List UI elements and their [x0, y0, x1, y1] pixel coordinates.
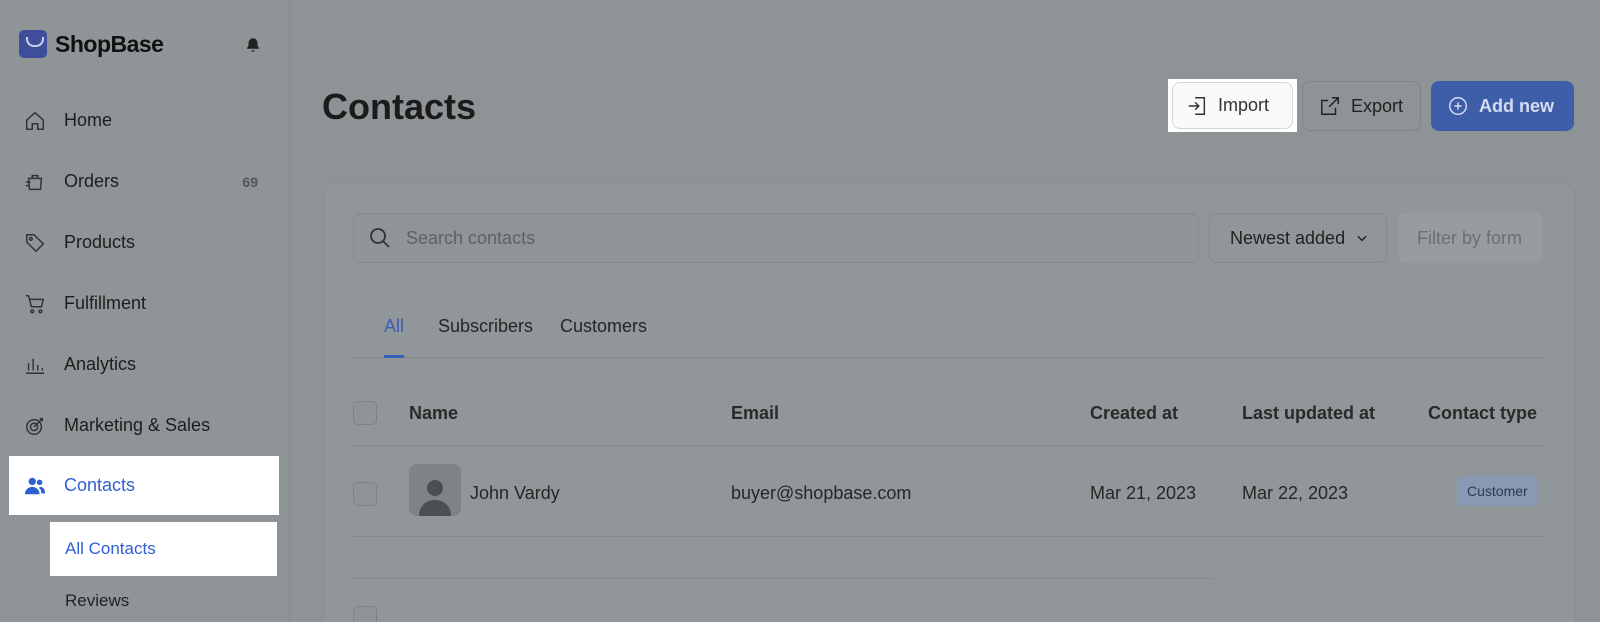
search-icon: [370, 228, 390, 248]
sidebar-item-label: Fulfillment: [64, 293, 147, 313]
sidebar-item-label: Products: [64, 232, 136, 252]
sort-dropdown[interactable]: Newest added: [1209, 213, 1387, 263]
cart-icon: [24, 293, 46, 315]
sidebar-item-products[interactable]: Products: [0, 212, 290, 273]
select-all-checkbox[interactable]: [353, 401, 377, 425]
contact-updated: Mar 22, 2023: [1242, 483, 1349, 503]
sidebar-subitem-reviews[interactable]: Reviews: [0, 576, 290, 622]
import-label: Import: [1218, 95, 1270, 115]
export-button[interactable]: Export: [1302, 81, 1421, 131]
sidebar-item-fulfillment[interactable]: Fulfillment: [0, 273, 290, 334]
brand[interactable]: ShopBase: [19, 30, 164, 58]
sidebar-item-analytics[interactable]: Analytics: [0, 334, 290, 395]
tag-icon: [24, 232, 46, 254]
column-header-email[interactable]: Email: [731, 403, 779, 424]
plus-circle-icon: [1447, 95, 1469, 117]
tab-all[interactable]: All: [384, 316, 405, 358]
chevron-down-icon: [1357, 235, 1367, 242]
user-placeholder-icon: [419, 480, 451, 516]
sidebar: ShopBase Home Orders 69 Products Fulfill…: [0, 0, 290, 622]
brand-name: ShopBase: [55, 30, 164, 57]
search-box[interactable]: [353, 213, 1199, 263]
row-checkbox[interactable]: [353, 482, 377, 506]
target-icon: [24, 415, 46, 437]
contact-created: Mar 21, 2023: [1090, 483, 1197, 503]
sidebar-item-contacts[interactable]: Contacts: [9, 456, 279, 515]
sidebar-item-label: Analytics: [64, 354, 137, 374]
add-new-button[interactable]: Add new: [1431, 81, 1574, 131]
table-row[interactable]: John Vardy buyer@shopbase.com Mar 21, 20…: [353, 446, 1543, 537]
contact-email: buyer@shopbase.com: [731, 483, 912, 503]
column-header-updated[interactable]: Last updated at: [1242, 403, 1375, 424]
column-header-name[interactable]: Name: [409, 403, 458, 424]
sidebar-subitem-label: Reviews: [65, 591, 130, 610]
export-label: Export: [1351, 95, 1404, 116]
page-title: Contacts: [322, 86, 477, 127]
sidebar-item-orders[interactable]: Orders 69: [0, 151, 290, 212]
sidebar-item-home[interactable]: Home: [0, 90, 290, 151]
shopbase-logo-icon: [19, 30, 47, 58]
bell-icon[interactable]: [244, 36, 262, 54]
column-header-contact-type[interactable]: Contact type: [1428, 403, 1537, 424]
filter-by-form-button[interactable]: Filter by form: [1398, 213, 1543, 263]
sidebar-item-marketing[interactable]: Marketing & Sales: [0, 395, 290, 456]
sidebar-nav: Home Orders 69 Products Fulfillment Anal…: [0, 90, 290, 622]
tab-subscribers[interactable]: Subscribers: [438, 316, 533, 358]
sidebar-item-label: Marketing & Sales: [64, 415, 211, 435]
add-new-label: Add new: [1479, 95, 1554, 116]
column-header-created[interactable]: Created at: [1090, 403, 1178, 424]
import-button[interactable]: Import: [1172, 82, 1293, 129]
contact-type-badge: Customer: [1457, 476, 1538, 506]
table-header: Name Email Created at Last updated at Co…: [353, 391, 1543, 446]
sidebar-item-label: Contacts: [64, 475, 136, 495]
sidebar-subitem-all-contacts[interactable]: All Contacts: [50, 522, 277, 576]
sidebar-item-label: Orders: [64, 171, 120, 191]
sidebar-subitem-label: All Contacts: [65, 539, 156, 558]
sidebar-item-label: Home: [64, 110, 113, 130]
users-icon: [24, 475, 46, 497]
import-icon: [1186, 95, 1208, 117]
bar-chart-icon: [24, 354, 46, 376]
filter-label: Filter by form: [1417, 227, 1523, 248]
row-divider: [353, 578, 1213, 579]
orders-icon: [24, 171, 46, 193]
row-checkbox[interactable]: [353, 606, 377, 622]
avatar: [409, 464, 461, 516]
contact-tabs: All Subscribers Customers: [353, 316, 1543, 358]
contact-name[interactable]: John Vardy: [470, 483, 560, 504]
search-input[interactable]: [406, 227, 1166, 249]
orders-count-badge: 69: [242, 173, 258, 190]
home-icon: [24, 110, 46, 132]
tab-customers[interactable]: Customers: [560, 316, 647, 358]
export-icon: [1319, 95, 1341, 117]
sort-label: Newest added: [1230, 227, 1346, 248]
